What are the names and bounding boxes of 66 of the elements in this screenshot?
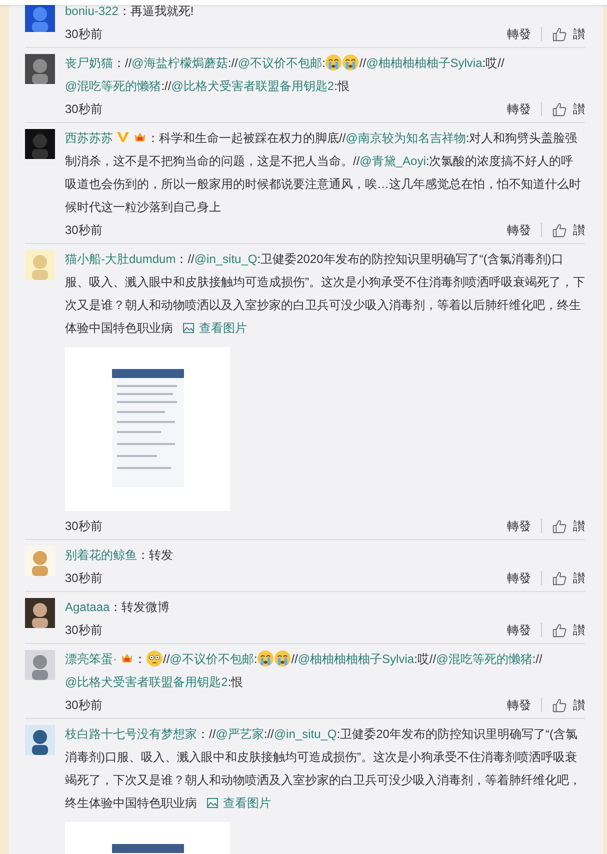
mention-link[interactable]: @in_situ_Q [274,727,337,741]
thumbs-up-icon [552,698,567,712]
blank-stare-emoji-icon [146,650,163,667]
username-link[interactable]: 枝白路十七号没有梦想家 [65,727,197,741]
timestamp: 30秒前 [65,570,102,586]
thumbs-up-icon [552,570,567,586]
like-button[interactable]: 讃 [552,222,585,238]
view-image-link[interactable]: 查看图片 [183,321,247,335]
crying-emoji-icon [325,54,342,71]
mention-link[interactable]: @南京较为知名吉祥物 [346,131,466,145]
thumbs-up-icon [552,102,567,116]
mention-link[interactable]: @in_situ_Q [194,252,258,266]
timestamp: 30秒前 [65,622,102,638]
username-link[interactable]: 别着花的鲸鱼 [65,548,137,562]
mention-link[interactable]: @严艺家 [216,727,264,741]
mention-link[interactable]: @比格犬受害者联盟备用钥匙2 [171,79,334,93]
timestamp: 30秒前 [65,222,102,238]
comment-text: 枝白路十七号没有梦想家：//@严艺家://@in_situ_Q:卫健委20年发布的防控知识里明确写了“(含氯消毒剂)口服、吸入、溅入眼中和皮肤接触均可造成损伤”。这次是小狗承受不住消毒剂喷洒呼吸衰竭死了，下次又是谁？朝人和动物喷洒及入室抄家的白卫兵可没少吸入消毒剂，等着肺纤维化吧，终生体验中国特色职业病 查看图片 [65,726,582,812]
mention-link[interactable]: @不议价不包邮 [170,652,254,666]
mention-link[interactable]: @不议价不包邮 [238,56,322,70]
like-button[interactable]: 讃 [552,26,585,42]
thumbs-up-icon [552,518,567,534]
comment-text: 西苏苏苏 ：科学和生命一起被踩在权力的脚底//@南京较为知名吉祥物:对人和狗劈头盖脸强制消杀，这不是不把狗当命的问题，这是不把人当命。//@青黛_Aoyi:次氯酸的浓度搞不好人的呼吸道也会伤到的，所以一般家用的时候都说要注意通风，唉…这几年感觉总在怕，怕不知道什么时候时代这一粒沙落到自己身上 [65,129,582,216]
forward-link[interactable]: 轉發 [507,570,531,586]
comment-text: 漂亮笨蛋· ： //@不议价不包邮: //@柚柚柚柚柚子Sylvia:哎//@混吃等死的懒猪:// @比格犬受害者联盟备用钥匙2:恨 [65,649,544,691]
view-image-link[interactable]: 查看图片 [207,796,271,810]
username-link[interactable]: 西苏苏苏 [65,131,113,145]
mention-link[interactable]: @柚柚柚柚柚子Sylvia [366,56,482,70]
mention-link[interactable]: @海盐柠檬焗蘑菇 [132,56,228,70]
thumbs-up-icon [552,222,567,238]
timestamp: 30秒前 [65,518,102,534]
like-button[interactable]: 讃 [552,622,585,638]
mention-link[interactable]: @青黛_Aoyi [360,154,426,168]
forward-link[interactable]: 轉發 [507,518,531,534]
image-icon [183,323,194,333]
crying-emoji-icon [342,54,360,71]
mention-link[interactable]: @比格犬受害者联盟备用钥匙2 [65,675,228,689]
forward-link[interactable]: 轉發 [507,622,531,638]
mention-link[interactable]: @混吃等死的懒猪 [436,652,532,666]
username-link[interactable]: 漂亮笨蛋· [65,652,117,666]
image-icon [207,798,218,808]
timestamp: 30秒前 [65,696,102,714]
username-link[interactable]: 猫小船-大肚dumdum [65,252,176,266]
forward-link[interactable]: 轉發 [507,100,531,118]
comment-text: 丧尸奶猫：//@海盐柠檬焗蘑菇://@不议价不包邮: //@柚柚柚柚柚子Sylvia:哎// @混吃等死的懒猪://@比格犬受害者联盟备用钥匙2:恨 [65,53,506,95]
like-button[interactable]: 讃 [552,518,585,534]
forward-link[interactable]: 轉發 [507,222,531,238]
like-button[interactable]: 讃 [552,570,585,586]
mention-link[interactable]: @混吃等死的懒猪 [65,79,162,93]
thumbs-up-icon [552,622,567,638]
forward-link[interactable]: 轉發 [507,696,531,714]
thumbs-up-icon [552,26,567,42]
comment-text: 别着花的鲸鱼：转发 [65,547,174,564]
crying-emoji-icon [274,650,292,667]
like-button[interactable]: 讃 [552,100,585,118]
username-link[interactable]: boniu-322 [65,4,118,18]
comment-text: Agataaa：转发微博 [65,599,171,616]
crying-emoji-icon [257,650,274,667]
mention-link[interactable]: @柚柚柚柚柚子Sylvia [298,652,414,666]
timestamp: 30秒前 [65,100,102,118]
timestamp: 30秒前 [65,26,102,42]
username-link[interactable]: 丧尸奶猫 [65,56,113,70]
like-button[interactable]: 讃 [552,696,585,714]
forward-link[interactable]: 轉發 [507,26,531,42]
username-link[interactable]: Agataaa [65,600,110,614]
comment-text: 猫小船-大肚dumdum：//@in_situ_Q:卫健委2020年发布的防控知识里明确写了“(含氯消毒剂)口服、吸入、溅入眼中和皮肤接触均可造成损伤”。这次是小狗承受不住消毒剂喷洒呼吸衰竭死了，下次又是谁？朝人和动物喷洒以及入室抄家的白卫兵可没少吸入消毒剂，等着以后肺纤维化吧，终生体验中国特色职业病 查看图片 [65,251,585,337]
